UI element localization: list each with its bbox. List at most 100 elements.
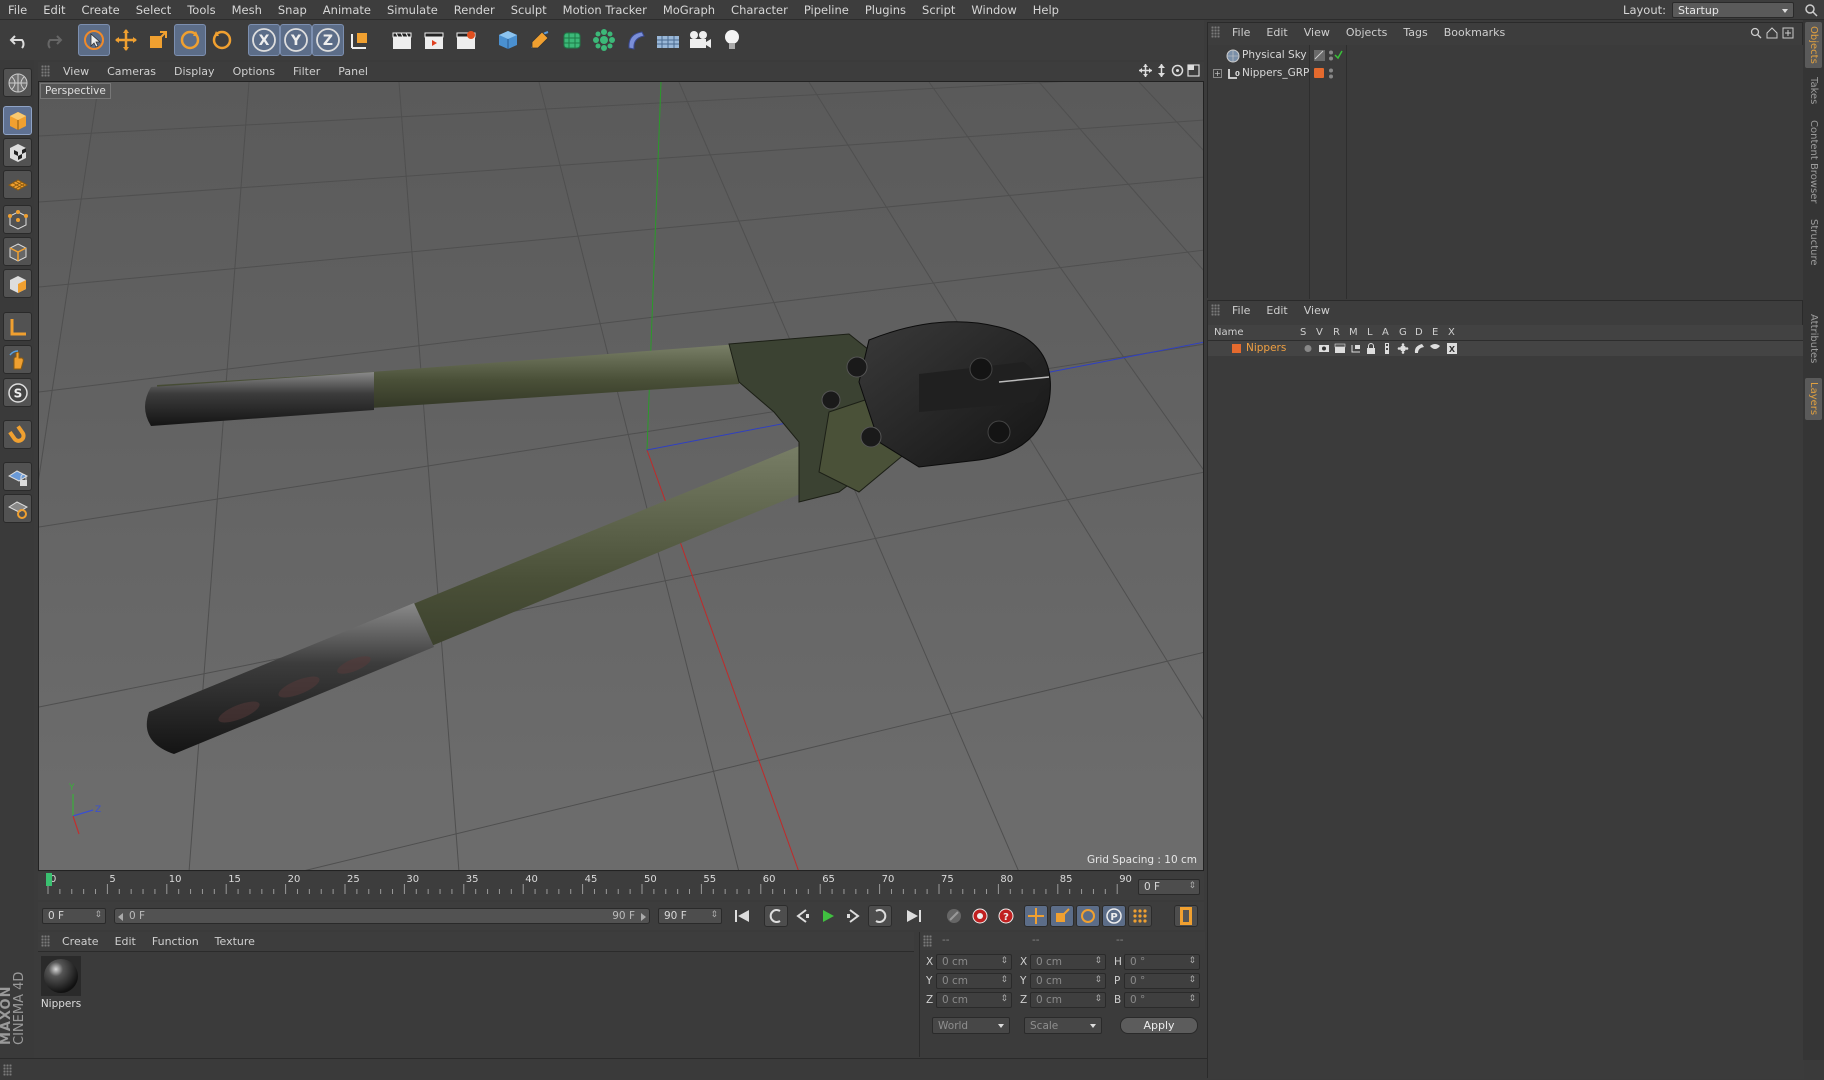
- previous-frame-button[interactable]: [790, 905, 814, 927]
- expand-toggle[interactable]: +: [1213, 69, 1222, 78]
- timeline-window-button[interactable]: [1174, 905, 1198, 927]
- next-frame-button[interactable]: [842, 905, 866, 927]
- layer-menu-view[interactable]: View: [1296, 304, 1338, 317]
- recent-tool-button[interactable]: [206, 24, 238, 56]
- material-menu-create[interactable]: Create: [54, 935, 107, 948]
- play-button[interactable]: [816, 905, 840, 927]
- end-frame-field[interactable]: 90 F: [658, 908, 722, 924]
- material-menu-function[interactable]: Function: [144, 935, 207, 948]
- size-y-field[interactable]: 0 cm: [1030, 973, 1106, 989]
- col-xref[interactable]: X: [1448, 327, 1455, 338]
- layer-row-nippers[interactable]: Nippers X: [1208, 341, 1804, 356]
- coordinate-system-button[interactable]: [344, 24, 376, 56]
- rotation-p-field[interactable]: 0 °: [1124, 973, 1200, 989]
- menu-file[interactable]: File: [0, 3, 35, 17]
- size-x-field[interactable]: 0 cm: [1030, 954, 1106, 970]
- array-button[interactable]: [588, 24, 620, 56]
- menu-character[interactable]: Character: [723, 3, 796, 17]
- menu-sculpt[interactable]: Sculpt: [503, 3, 555, 17]
- panel-grip[interactable]: [41, 65, 50, 77]
- coordinate-mode-dropdown[interactable]: World: [932, 1017, 1010, 1034]
- undo-button[interactable]: [4, 24, 36, 56]
- object-menu-objects[interactable]: Objects: [1338, 26, 1396, 39]
- menu-plugins[interactable]: Plugins: [857, 3, 914, 17]
- object-menu-file[interactable]: File: [1224, 26, 1258, 39]
- move-button[interactable]: [110, 24, 142, 56]
- go-to-end-button[interactable]: [902, 905, 926, 927]
- menu-mesh[interactable]: Mesh: [224, 3, 270, 17]
- z-axis-lock-button[interactable]: Z: [312, 24, 344, 56]
- rotate-button[interactable]: [174, 24, 206, 56]
- sky-tag-icon[interactable]: [1314, 50, 1325, 61]
- render-picture-viewer-button[interactable]: [418, 24, 450, 56]
- key-position-button[interactable]: [1024, 905, 1048, 927]
- render-view-button[interactable]: [386, 24, 418, 56]
- layout-dropdown[interactable]: Startup: [1672, 2, 1794, 18]
- redo-button[interactable]: [36, 24, 68, 56]
- scale-button[interactable]: [142, 24, 174, 56]
- tab-layers[interactable]: Layers: [1805, 378, 1822, 420]
- model-mode-button[interactable]: [3, 106, 32, 135]
- timeline-ruler[interactable]: 0 5 10 15 20 25 30 35 40 45 50 55 60 65 70 75 80 85 90 0 F: [38, 872, 1204, 900]
- previous-key-button[interactable]: [764, 905, 788, 927]
- object-menu-bookmarks[interactable]: Bookmarks: [1436, 26, 1513, 39]
- tab-content-browser[interactable]: Content Browser: [1805, 114, 1822, 210]
- visibility-dots-icon[interactable]: [1328, 68, 1334, 79]
- tab-takes[interactable]: Takes: [1805, 72, 1822, 110]
- menu-motion-tracker[interactable]: Motion Tracker: [555, 3, 655, 17]
- panel-grip[interactable]: [41, 935, 50, 947]
- col-animation[interactable]: A: [1382, 327, 1389, 338]
- manager-icon[interactable]: [1350, 343, 1362, 354]
- x-axis-lock-button[interactable]: X: [248, 24, 280, 56]
- autokeying-button[interactable]: [968, 905, 992, 927]
- go-to-start-button[interactable]: [730, 905, 754, 927]
- col-expressions[interactable]: E: [1432, 327, 1438, 338]
- deformer-button[interactable]: [620, 24, 652, 56]
- viewport-scene[interactable]: Y Z: [39, 82, 1204, 871]
- material-menu-texture[interactable]: Texture: [207, 935, 263, 948]
- object-menu-view[interactable]: View: [1296, 26, 1338, 39]
- material-name[interactable]: Nippers: [39, 998, 83, 1010]
- points-mode-button[interactable]: [3, 205, 32, 234]
- viewport-menu-display[interactable]: Display: [165, 65, 224, 78]
- live-selection-button[interactable]: [78, 24, 110, 56]
- tweak-mode-button[interactable]: [3, 345, 32, 374]
- viewport-menu-filter[interactable]: Filter: [284, 65, 329, 78]
- enabled-check-icon[interactable]: [1334, 50, 1343, 60]
- position-y-field[interactable]: 0 cm: [936, 973, 1012, 989]
- xref-icon[interactable]: X: [1446, 343, 1458, 354]
- planar-workplane-button[interactable]: [3, 494, 32, 523]
- menu-animate[interactable]: Animate: [315, 3, 379, 17]
- key-scale-button[interactable]: [1050, 905, 1074, 927]
- edges-mode-button[interactable]: [3, 237, 32, 266]
- home-icon[interactable]: [1766, 27, 1778, 39]
- y-axis-lock-button[interactable]: Y: [280, 24, 312, 56]
- panel-grip[interactable]: [3, 1064, 12, 1076]
- subdivision-surface-button[interactable]: [556, 24, 588, 56]
- enable-axis-button[interactable]: [3, 312, 32, 341]
- tab-attributes[interactable]: Attributes: [1805, 304, 1822, 374]
- workplane-mode-button[interactable]: [3, 170, 32, 199]
- object-name[interactable]: Nippers_GRP: [1242, 67, 1309, 79]
- expression-icon[interactable]: [1429, 343, 1441, 354]
- menu-edit[interactable]: Edit: [35, 3, 73, 17]
- viewport-menu-options[interactable]: Options: [224, 65, 284, 78]
- menu-snap[interactable]: Snap: [270, 3, 315, 17]
- material-menu-edit[interactable]: Edit: [107, 935, 144, 948]
- lock-icon[interactable]: [1366, 343, 1376, 354]
- menu-create[interactable]: Create: [74, 3, 128, 17]
- col-manager[interactable]: M: [1349, 327, 1358, 338]
- menu-render[interactable]: Render: [446, 3, 503, 17]
- lock-workplane-button[interactable]: [3, 462, 32, 491]
- rotation-b-field[interactable]: 0 °: [1124, 992, 1200, 1008]
- apply-button[interactable]: Apply: [1120, 1017, 1198, 1034]
- cube-primitive-button[interactable]: [492, 24, 524, 56]
- floor-button[interactable]: [652, 24, 684, 56]
- col-render[interactable]: R: [1333, 327, 1340, 338]
- timeline-ticks[interactable]: 0 5 10 15 20 25 30 35 40 45 50 55 60 65 70 75 80 85 90: [38, 872, 1138, 900]
- generator-icon[interactable]: [1397, 343, 1409, 354]
- object-menu-edit[interactable]: Edit: [1258, 26, 1295, 39]
- size-z-field[interactable]: 0 cm: [1030, 992, 1106, 1008]
- search-icon[interactable]: [1750, 27, 1762, 39]
- menu-simulate[interactable]: Simulate: [379, 3, 446, 17]
